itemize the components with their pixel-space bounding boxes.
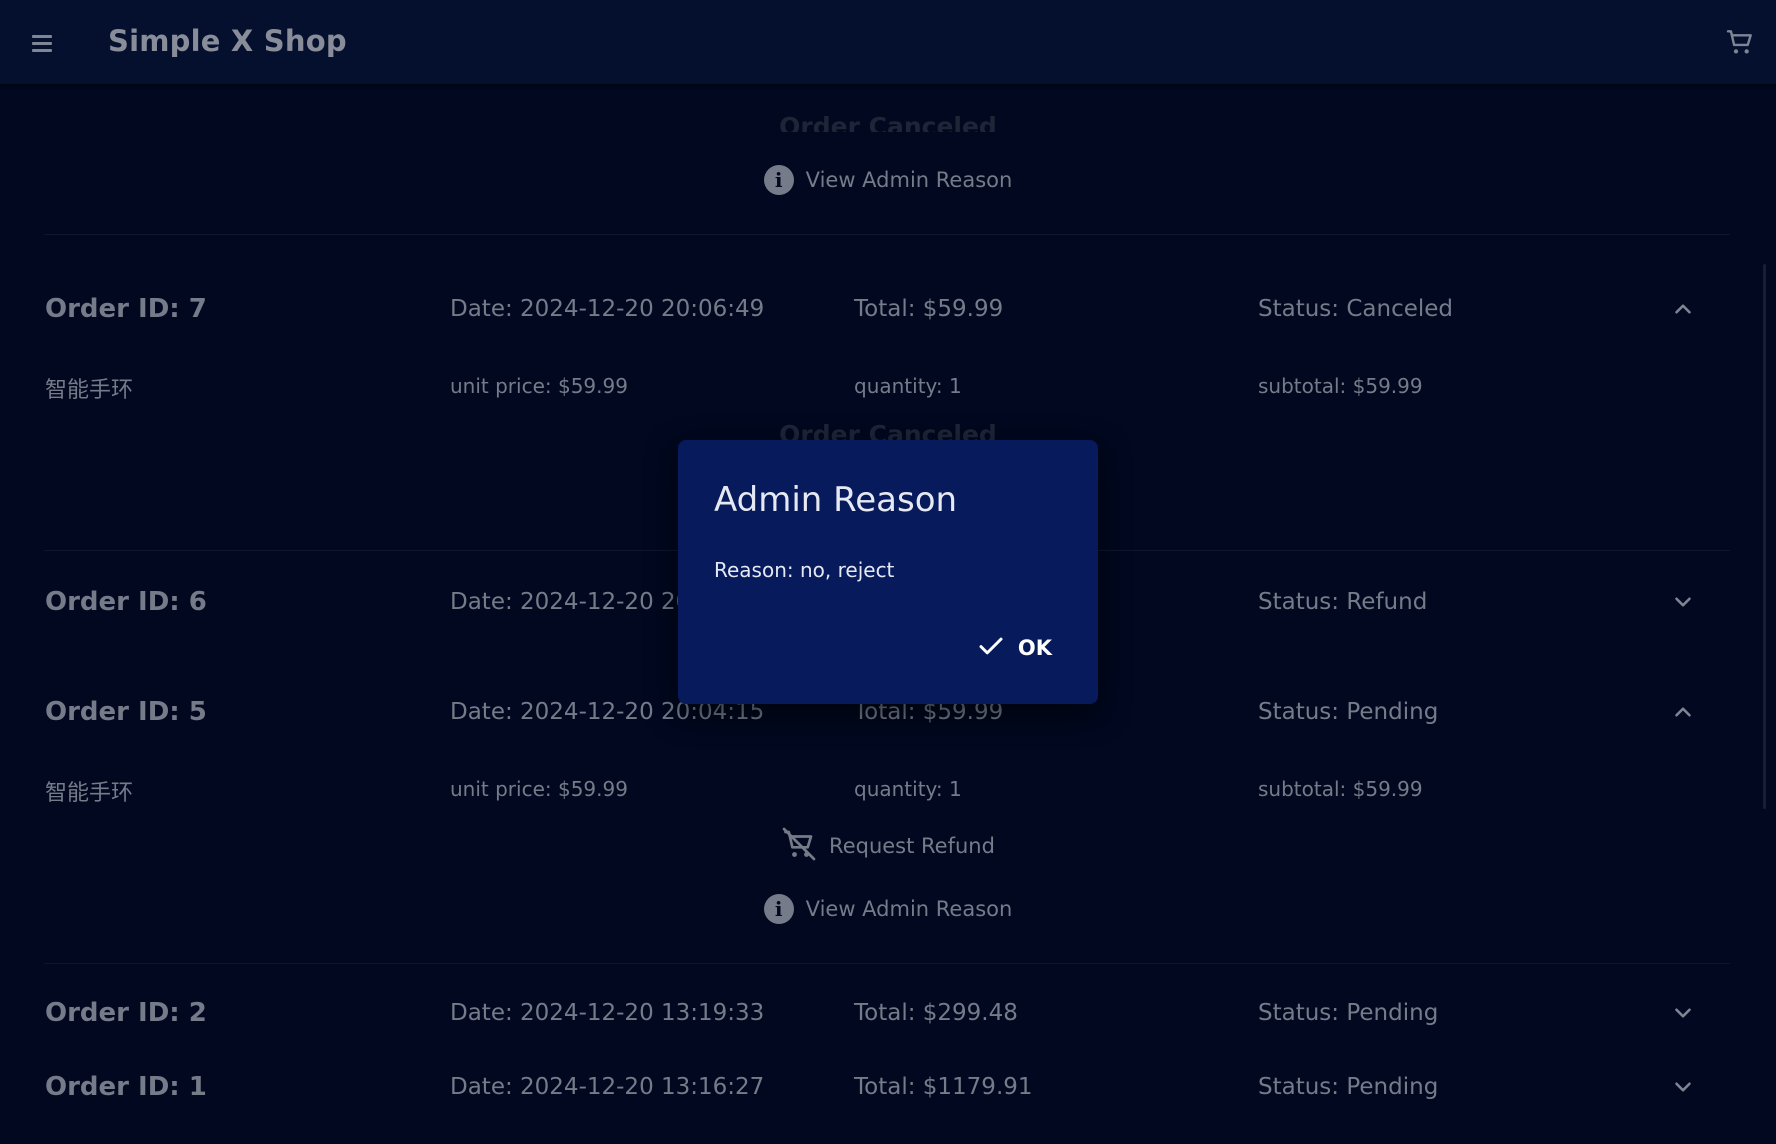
app-root: Simple X Shop Order Canceled i View Admi…	[0, 0, 1776, 1144]
ok-button-label: OK	[1017, 636, 1052, 660]
check-icon	[976, 631, 1006, 665]
dialog-title: Admin Reason	[714, 480, 958, 520]
ok-button[interactable]: OK	[966, 626, 1062, 670]
dialog-reason-text: Reason: no, reject	[714, 558, 895, 582]
admin-reason-dialog: Admin Reason Reason: no, reject OK	[678, 440, 1098, 704]
